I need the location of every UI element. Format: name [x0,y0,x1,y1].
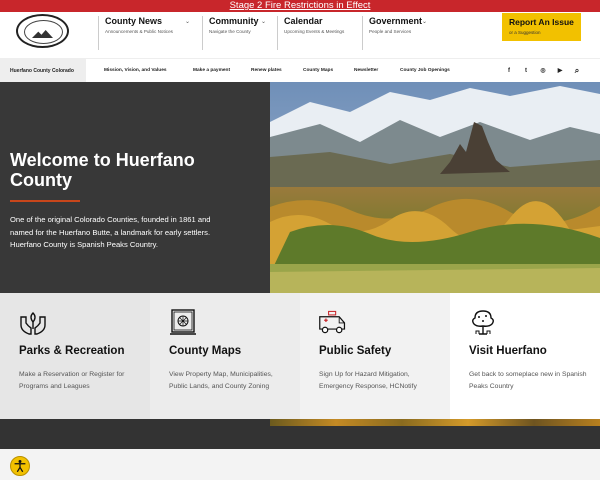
fire-restrictions-alert[interactable]: Stage 2 Fire Restrictions in Effect [0,0,600,12]
link-mission[interactable]: Mission, Vision, and Values [104,59,167,83]
hero-title: Welcome to Huerfano County [10,150,195,190]
nav-calendar[interactable]: Calendar Upcoming Events & Meetings [277,16,362,50]
accessibility-icon[interactable] [10,456,30,476]
link-job-openings[interactable]: County Job Openings [400,59,450,83]
report-issue-title: Report An Issue [509,17,574,27]
nav-community-subtitle: Navigate the County [209,29,251,34]
link-make-payment[interactable]: Make a payment [193,59,230,83]
link-newsletter[interactable]: Newsletter [354,59,378,83]
nav-calendar-title: Calendar [284,16,323,26]
card-description: Get back to someplace new in Spanish Pea… [469,371,587,390]
facebook-icon[interactable]: f [504,66,514,76]
instagram-icon[interactable]: ◎ [538,66,548,76]
home-link[interactable]: Huerfano County Colorado [0,59,86,83]
site-header: County News Announcements & Public Notic… [0,12,600,58]
nav-county-news-subtitle: Announcements & Public Notices [105,29,173,34]
chevron-down-icon: ⌄ [261,19,267,25]
link-county-maps[interactable]: County Maps [303,59,333,83]
nav-government[interactable]: Government People and Services ⌄ [362,16,432,50]
chevron-down-icon: ⌄ [422,19,428,25]
chevron-down-icon: ⌄ [185,19,191,25]
foliage-strip [270,419,600,426]
link-renew-plates[interactable]: Renew plates [251,59,282,83]
secondary-nav: Huerfano County Colorado Mission, Vision… [0,58,600,83]
county-seal-logo[interactable] [16,14,69,48]
tree-icon [472,310,494,335]
search-icon[interactable]: ⌕ [572,66,582,76]
twitter-icon[interactable]: t [521,66,531,76]
map-icon [170,309,196,335]
nav-county-news-title: County News [105,16,163,26]
nav-calendar-subtitle: Upcoming Events & Meetings [284,29,345,34]
hands-plant-icon [20,312,46,335]
card-visit-huerfano[interactable]: Visit Huerfano Get back to someplace new… [450,293,600,419]
nav-county-news[interactable]: County News Announcements & Public Notic… [98,16,190,50]
card-title: Public Safety [319,345,392,357]
hero-divider [10,200,80,202]
nav-government-subtitle: People and Services [369,29,412,34]
card-county-maps[interactable]: County Maps View Property Map, Municipal… [150,293,300,419]
report-issue-button[interactable]: Report An Issue or a Suggestion [502,13,581,41]
ambulance-icon [319,310,346,334]
card-description: Sign Up for Hazard Mitigation, Emergency… [319,371,417,390]
hero-panel: Welcome to Huerfano County One of the or… [0,82,270,293]
card-description: Make a Reservation or Register for Progr… [19,371,125,390]
nav-community[interactable]: Community Navigate the County ⌄ [202,16,276,50]
card-parks-recreation[interactable]: Parks & Recreation Make a Reservation or… [0,293,150,419]
card-title: Parks & Recreation [19,345,125,357]
quick-links: Parks & Recreation Make a Reservation or… [0,293,600,419]
report-issue-subtitle: or a Suggestion [509,30,541,35]
card-public-safety[interactable]: Public Safety Sign Up for Hazard Mitigat… [300,293,450,419]
hero-landscape-photo [270,82,600,293]
footer-area [0,449,600,480]
card-title: Visit Huerfano [469,345,547,357]
youtube-icon[interactable]: ▶ [555,66,565,76]
card-description: View Property Map, Municipalities, Publi… [169,371,273,390]
card-title: County Maps [169,345,242,357]
hero-description: One of the original Colorado Counties, f… [10,215,211,249]
